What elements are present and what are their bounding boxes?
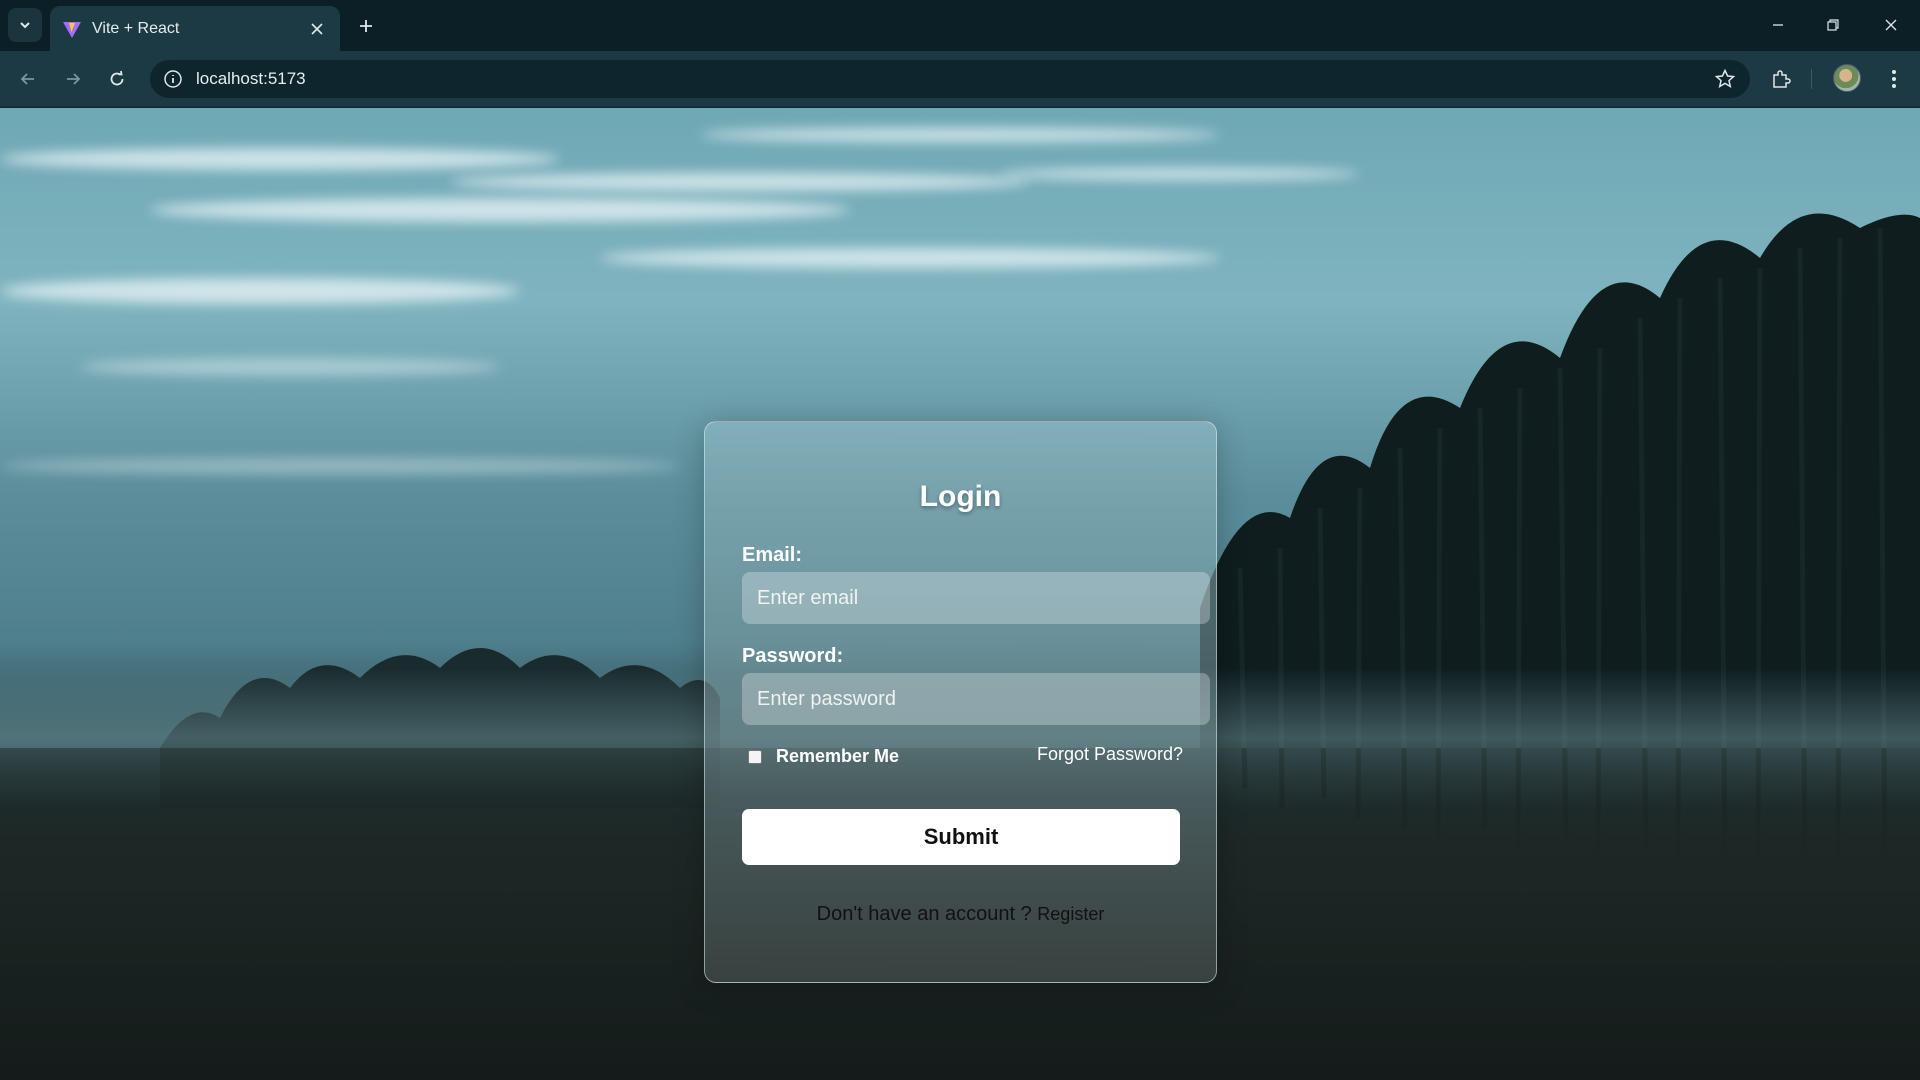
puzzle-icon	[1773, 70, 1791, 88]
submit-button[interactable]: Submit	[742, 809, 1180, 865]
browser-titlebar: Vite + React	[0, 0, 1920, 51]
register-row: Don't have an account ? Register	[705, 903, 1216, 926]
tab-title: Vite + React	[92, 19, 180, 37]
tab-close-button[interactable]	[306, 18, 328, 40]
toolbar-divider	[1811, 69, 1812, 89]
minimize-icon	[1773, 24, 1783, 26]
extensions-button[interactable]	[1767, 65, 1795, 93]
cloud	[600, 248, 1220, 268]
reload-icon	[110, 70, 124, 86]
plus-icon	[360, 20, 372, 32]
cloud	[1000, 168, 1360, 180]
register-link[interactable]: Register	[1037, 904, 1104, 924]
remember-me: Remember Me	[748, 746, 899, 767]
remember-me-checkbox[interactable]	[748, 749, 762, 764]
arrow-right-icon	[67, 73, 81, 85]
new-tab-button[interactable]	[352, 12, 380, 40]
close-window-button[interactable]	[1873, 10, 1909, 40]
bookmark-star-icon[interactable]	[1714, 68, 1736, 90]
menu-button[interactable]	[1880, 65, 1908, 93]
more-vertical-icon	[1892, 70, 1896, 88]
restore-icon	[1827, 19, 1839, 31]
login-card: Login Email: Password: Remember Me Forgo…	[704, 421, 1217, 983]
email-label: Email:	[742, 544, 803, 566]
cloud	[450, 173, 1030, 191]
password-label: Password:	[742, 645, 844, 667]
cloud	[0, 458, 680, 474]
site-info-icon[interactable]	[162, 68, 184, 90]
browser-tab[interactable]: Vite + React	[50, 6, 340, 51]
cloud	[150, 198, 850, 222]
profile-avatar[interactable]	[1833, 64, 1861, 92]
arrow-left-icon	[20, 73, 34, 85]
cloud	[0, 278, 520, 304]
reload-button[interactable]	[103, 65, 131, 93]
close-icon	[311, 22, 323, 35]
back-button[interactable]	[14, 65, 42, 93]
cloud	[700, 128, 1220, 142]
cloud	[0, 148, 560, 170]
tab-search-button[interactable]	[8, 8, 42, 42]
page-background: Login Email: Password: Remember Me Forgo…	[0, 108, 1920, 1080]
login-title: Login	[919, 480, 1002, 513]
forgot-password-link[interactable]: Forgot Password?	[1037, 744, 1183, 765]
close-icon	[1885, 19, 1897, 31]
browser-toolbar: localhost:5173	[0, 51, 1920, 107]
restore-button[interactable]	[1815, 10, 1851, 40]
email-input[interactable]	[742, 572, 1210, 624]
url-text: localhost:5173	[196, 69, 306, 88]
vite-logo-icon	[63, 21, 81, 38]
cloud	[80, 358, 500, 376]
no-account-text: Don't have an account ?	[816, 903, 1038, 925]
minimize-button[interactable]	[1760, 10, 1796, 40]
remember-me-label: Remember Me	[776, 746, 900, 766]
forward-button[interactable]	[59, 65, 87, 93]
address-bar[interactable]: localhost:5173	[150, 60, 1750, 98]
password-input[interactable]	[742, 673, 1210, 725]
chevron-down-icon	[20, 22, 30, 29]
